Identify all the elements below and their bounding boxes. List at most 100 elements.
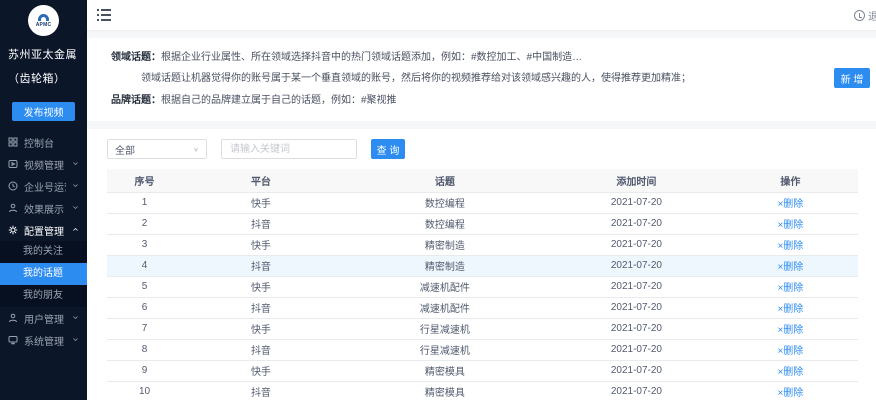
chevron-up-icon [72,225,79,236]
serial-cell: 5 [107,276,182,297]
action-cell: ×删除 [723,234,858,255]
main-area: 退 领域话题：根据企业行业属性、所在领域选择抖音中的热门领域话题添加，例如：#数… [87,0,876,400]
delete-link[interactable]: ×删除 [777,199,803,210]
serial-cell: 7 [107,318,182,339]
table-row: 3 快手 精密制造 2021-07-20 ×删除 [107,234,858,255]
chevron-down-icon [72,181,79,192]
field-topic-label: 领域话题： [111,52,161,63]
notice-card: 领域话题：根据企业行业属性、所在领域选择抖音中的热门领域话题添加，例如：#数控加… [87,38,876,121]
table-row: 1 快手 数控编程 2021-07-20 ×删除 [107,192,858,213]
topics-table: 序号 平台 话题 添加时间 操作 1 快手 数控编程 2021-07-20 ×删… [107,169,858,400]
header-action: 操作 [723,169,858,192]
user-area[interactable]: 退 [854,8,876,23]
date-cell: 2021-07-20 [550,339,723,360]
action-cell: ×删除 [723,339,858,360]
serial-cell: 10 [107,381,182,400]
config-submenu: 我的关注 我的话题 我的朋友 [0,241,87,307]
action-cell: ×删除 [723,213,858,234]
platform-cell: 抖音 [182,381,340,400]
notice-brand-line: 品牌话题：根据自己的品牌建立属于自己的话题，例如：#聚视推 [111,90,816,111]
header-serial: 序号 [107,169,182,192]
serial-cell: 4 [107,255,182,276]
table-row: 9 快手 精密模具 2021-07-20 ×删除 [107,360,858,381]
date-cell: 2021-07-20 [550,276,723,297]
sidebar-item-system-management[interactable]: 系统管理 [0,329,87,351]
user-icon [8,313,18,323]
sidebar-subitem-my-follows[interactable]: 我的关注 [0,241,87,263]
delete-link[interactable]: ×删除 [777,304,803,315]
sidebar-menu: 控制台 视频管理 企业号运营 效果展示 [0,127,87,400]
sidebar-subitem-my-topics[interactable]: 我的话题 [0,263,87,285]
serial-cell: 3 [107,234,182,255]
sidebar-item-effect-display[interactable]: 效果展示 [0,197,87,219]
delete-link[interactable]: ×删除 [777,262,803,273]
delete-link[interactable]: ×删除 [777,220,803,231]
date-cell: 2021-07-20 [550,318,723,339]
action-cell: ×删除 [723,381,858,400]
keyword-search-input[interactable] [221,139,357,159]
delete-link[interactable]: ×删除 [777,241,803,252]
action-cell: ×删除 [723,297,858,318]
delete-link[interactable]: ×删除 [777,325,803,336]
user-area-text: 退 [868,8,876,23]
delete-link[interactable]: ×删除 [777,367,803,378]
dashboard-icon [8,137,18,147]
date-cell: 2021-07-20 [550,297,723,318]
platform-select[interactable]: 全部 ∨ [107,139,207,159]
table-header-row: 序号 平台 话题 添加时间 操作 [107,169,858,192]
serial-cell: 8 [107,339,182,360]
sidebar-item-label: 控制台 [24,135,79,150]
action-cell: ×删除 [723,360,858,381]
topic-cell: 精密模具 [340,381,550,400]
table-row: 7 快手 行星减速机 2021-07-20 ×删除 [107,318,858,339]
field-topic-text: 根据企业行业属性、所在领域选择抖音中的热门领域话题添加，例如：#数控加工、#中国… [161,52,582,63]
sidebar-item-label: 用户管理 [24,311,66,326]
sidebar-item-enterprise-operation[interactable]: 企业号运营 [0,175,87,197]
sidebar-subitem-my-friends[interactable]: 我的朋友 [0,285,87,307]
platform-cell: 快手 [182,234,340,255]
sidebar-item-console[interactable]: 控制台 [0,131,87,153]
platform-cell: 快手 [182,318,340,339]
chevron-down-icon [72,313,79,324]
search-button[interactable]: 查 询 [371,139,405,159]
company-name: 苏州亚太金属（齿轮箱） [0,36,87,91]
date-cell: 2021-07-20 [550,381,723,400]
sidebar: APMC 苏州亚太金属（齿轮箱） 发布视频 控制台 视频管理 [0,0,87,400]
gear-arc-icon [38,14,49,21]
delete-link[interactable]: ×删除 [777,388,803,399]
platform-cell: 抖音 [182,255,340,276]
platform-select-value: 全部 [115,142,135,157]
sidebar-item-video-management[interactable]: 视频管理 [0,153,87,175]
topics-table-card: 全部 ∨ 查 询 序号 平台 话题 添加时间 操作 [87,129,876,400]
notice-field-line2: 领域话题让机器觉得你的账号属于某一个垂直领域的账号，然后将你的视频推荐给对该领域… [111,68,816,89]
topic-cell: 减速机配件 [340,276,550,297]
sidebar-item-label: 视频管理 [24,157,66,172]
topic-cell: 数控编程 [340,213,550,234]
table-row: 6 抖音 减速机配件 2021-07-20 ×删除 [107,297,858,318]
topic-cell: 行星减速机 [340,339,550,360]
delete-link[interactable]: ×删除 [777,283,803,294]
add-new-button[interactable]: 新 增 [834,68,870,88]
table-row: 8 抖音 行星减速机 2021-07-20 ×删除 [107,339,858,360]
brand-topic-text: 根据自己的品牌建立属于自己的话题，例如：#聚视推 [161,95,397,106]
date-cell: 2021-07-20 [550,255,723,276]
action-cell: ×删除 [723,255,858,276]
sidebar-item-user-management[interactable]: 用户管理 [0,307,87,329]
brand-topic-label: 品牌话题： [111,95,161,106]
sidebar-item-label: 企业号运营 [24,179,66,194]
chevron-down-icon [72,335,79,346]
table-row: 10 抖音 精密模具 2021-07-20 ×删除 [107,381,858,400]
publish-video-button[interactable]: 发布视频 [12,102,75,121]
monitor-icon [8,335,18,345]
delete-link[interactable]: ×删除 [777,346,803,357]
table-row: 4 抖音 精密制造 2021-07-20 ×删除 [107,255,858,276]
logo: APMC [0,0,87,36]
date-cell: 2021-07-20 [550,213,723,234]
platform-cell: 抖音 [182,297,340,318]
sidebar-item-label: 系统管理 [24,333,66,348]
sidebar-item-config-management[interactable]: 配置管理 [0,219,87,241]
table-row: 5 快手 减速机配件 2021-07-20 ×删除 [107,276,858,297]
app-window: APMC 苏州亚太金属（齿轮箱） 发布视频 控制台 视频管理 [0,0,876,400]
chevron-down-icon [72,159,79,170]
collapse-menu-icon[interactable] [97,9,111,21]
